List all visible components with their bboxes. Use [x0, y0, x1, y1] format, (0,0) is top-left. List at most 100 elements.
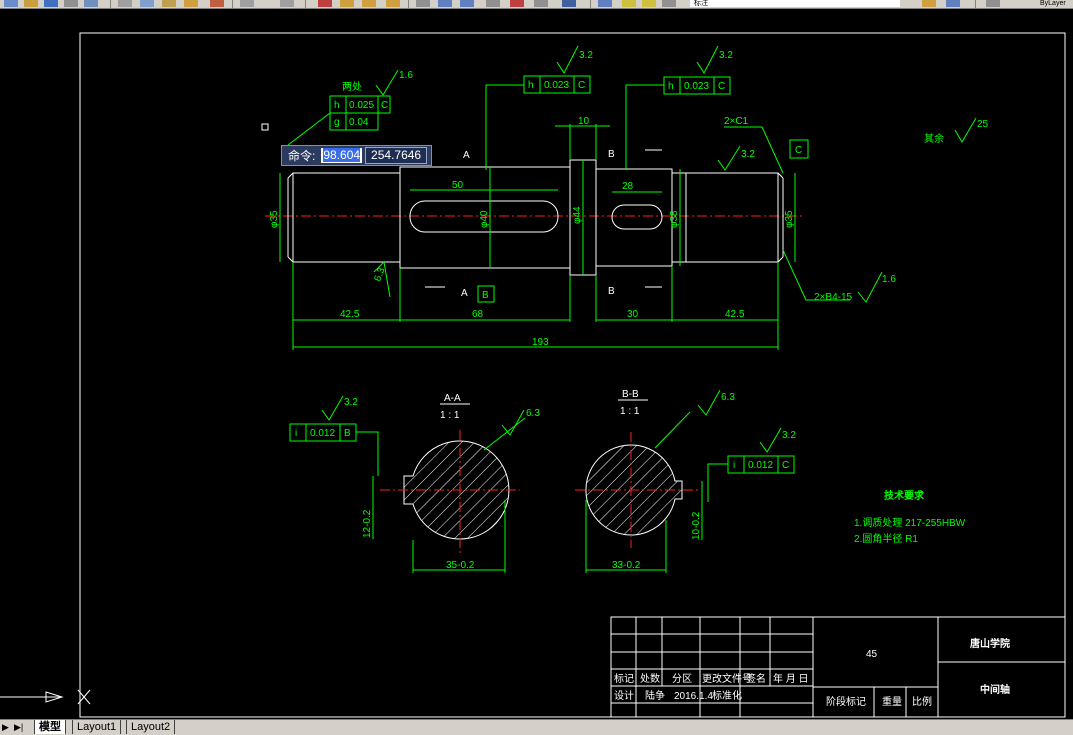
dim-10: 10: [578, 116, 590, 127]
svg-text:年 月 日: 年 月 日: [773, 672, 809, 685]
shaft-segment-5: [671, 172, 779, 263]
title-block: 45 唐山学院 中间轴 标记 处数 分区 更改文件号 签名 年 月 日 设计 陆…: [610, 616, 1066, 718]
svg-text:3.2: 3.2: [344, 397, 358, 408]
command-label: 命令:: [288, 149, 316, 163]
svg-text:签名: 签名: [746, 672, 766, 685]
keyway-b: [611, 204, 663, 230]
layer-dropdown[interactable]: 标注: [690, 0, 900, 7]
svg-text:h: h: [334, 100, 340, 111]
undo-icon[interactable]: [240, 0, 254, 7]
tab-model[interactable]: 模型: [34, 720, 66, 734]
zoom-realtime-icon[interactable]: [340, 0, 354, 7]
svg-text:12-0.2: 12-0.2: [362, 509, 373, 538]
y-coordinate-input[interactable]: 254.7646: [365, 147, 428, 164]
svg-text:陆争: 陆争: [645, 689, 665, 702]
shaft-segment-4: [595, 168, 673, 267]
note-two-places: 两处: [342, 81, 362, 93]
paste-icon[interactable]: [162, 0, 176, 7]
help-icon[interactable]: [562, 0, 576, 7]
center-holes-note: 2×B4-15: [814, 292, 853, 303]
layer-lock-icon[interactable]: [662, 0, 676, 7]
svg-text:i: i: [295, 428, 297, 439]
tab-first-icon[interactable]: ▶: [2, 722, 9, 733]
chamfer-note: 2×C1: [724, 116, 749, 127]
zoom-window-icon[interactable]: [362, 0, 376, 7]
new-icon[interactable]: [4, 0, 18, 7]
svg-text:3.2: 3.2: [719, 50, 733, 61]
dim-dia-35-right: φ35: [784, 210, 795, 228]
section-bb: B-B 1 : 1 6.3 i 0.012 C 3.2 33-0.2 10-0.…: [575, 389, 796, 573]
svg-text:分区: 分区: [672, 673, 692, 685]
svg-text:C: C: [381, 100, 388, 111]
tab-layout2[interactable]: Layout2: [126, 720, 176, 734]
part-name: 中间轴: [980, 683, 1010, 696]
markup-icon[interactable]: [510, 0, 524, 7]
svg-text:35-0.2: 35-0.2: [446, 560, 475, 571]
sheet-set-icon[interactable]: [486, 0, 500, 7]
tab-layout1[interactable]: Layout1: [72, 720, 122, 734]
datum-b-letter: B: [482, 290, 489, 301]
school-name: 唐山学院: [970, 637, 1010, 650]
svg-text:A-A: A-A: [444, 393, 461, 404]
svg-text:3.2: 3.2: [782, 430, 796, 441]
cut-icon[interactable]: [118, 0, 132, 7]
properties-icon[interactable]: [416, 0, 430, 7]
svg-text:0.023: 0.023: [684, 81, 709, 92]
pickbox: [261, 123, 269, 131]
svg-text:0.012: 0.012: [310, 428, 335, 439]
dim-42-5-right: 42.5: [725, 309, 745, 320]
svg-text:B: B: [344, 428, 351, 439]
shaft-segment-1: [292, 172, 401, 263]
svg-text:33-0.2: 33-0.2: [612, 560, 641, 571]
color-control-icon[interactable]: [986, 0, 1000, 7]
svg-text:0.04: 0.04: [349, 117, 369, 128]
svg-text:3.2: 3.2: [579, 50, 593, 61]
dynamic-input-tooltip[interactable]: 命令: 98.604 254.7646: [281, 145, 433, 166]
fcf-top-right: h 0.023 C 3.2: [625, 45, 733, 170]
svg-text:2016.1.4: 2016.1.4: [674, 691, 713, 702]
brush-icon[interactable]: [210, 0, 224, 7]
svg-text:h: h: [528, 80, 534, 91]
dim-dia-40: φ40: [479, 210, 490, 228]
calculator-icon[interactable]: [534, 0, 548, 7]
layer-sun-icon[interactable]: [642, 0, 656, 7]
technical-requirements: 技术要求 1.调质处理 217-255HBW 2.圆角半径 R1: [854, 489, 966, 545]
section-b-top: B: [608, 149, 615, 160]
svg-text:C: C: [782, 460, 789, 471]
svg-text:标记: 标记: [614, 673, 634, 685]
color-control[interactable]: ByLayer: [1040, 0, 1066, 7]
dim-28: 28: [622, 181, 634, 192]
dim-dia-35-left: φ35: [269, 210, 280, 228]
svg-text:阶段标记: 阶段标记: [826, 695, 866, 708]
tech-line-1: 1.调质处理 217-255HBW: [854, 517, 966, 529]
fcf-top-mid: h 0.023 C 3.2: [485, 45, 593, 170]
save-icon[interactable]: [44, 0, 58, 7]
drawing-canvas[interactable]: 42.5 68 30 42.5 193 50 28 10 φ35 φ40 φ44…: [0, 8, 1073, 719]
layer-bulb-icon[interactable]: [622, 0, 636, 7]
svg-text:比例: 比例: [912, 695, 932, 708]
preview-icon[interactable]: [84, 0, 98, 7]
copy-icon[interactable]: [140, 0, 154, 7]
svg-text:标准化: 标准化: [712, 689, 742, 702]
redo-icon[interactable]: [280, 0, 294, 7]
drawing-frame: [79, 32, 1066, 718]
roughness-marks: 3.2 6.3 1.6 2×C1 2×B4-15 其余 25: [372, 116, 988, 303]
svg-text:g: g: [334, 117, 340, 128]
svg-text:1.6: 1.6: [399, 70, 413, 81]
layer-previous-icon[interactable]: [946, 0, 960, 7]
make-current-icon[interactable]: [922, 0, 936, 7]
tab-next-icon[interactable]: ▶|: [14, 722, 23, 733]
layer-manager-icon[interactable]: [598, 0, 612, 7]
design-center-icon[interactable]: [438, 0, 452, 7]
svg-text:1 : 1: 1 : 1: [440, 410, 460, 421]
print-icon[interactable]: [64, 0, 78, 7]
open-icon[interactable]: [24, 0, 38, 7]
tool-palette-icon[interactable]: [460, 0, 474, 7]
match-properties-icon[interactable]: [184, 0, 198, 7]
zoom-previous-icon[interactable]: [386, 0, 400, 7]
svg-text:1 : 1: 1 : 1: [620, 406, 640, 417]
x-coordinate-input[interactable]: 98.604: [321, 148, 363, 163]
pan-icon[interactable]: [318, 0, 332, 7]
ucs-icon: [0, 689, 91, 705]
layer-name: 标注: [694, 0, 708, 7]
